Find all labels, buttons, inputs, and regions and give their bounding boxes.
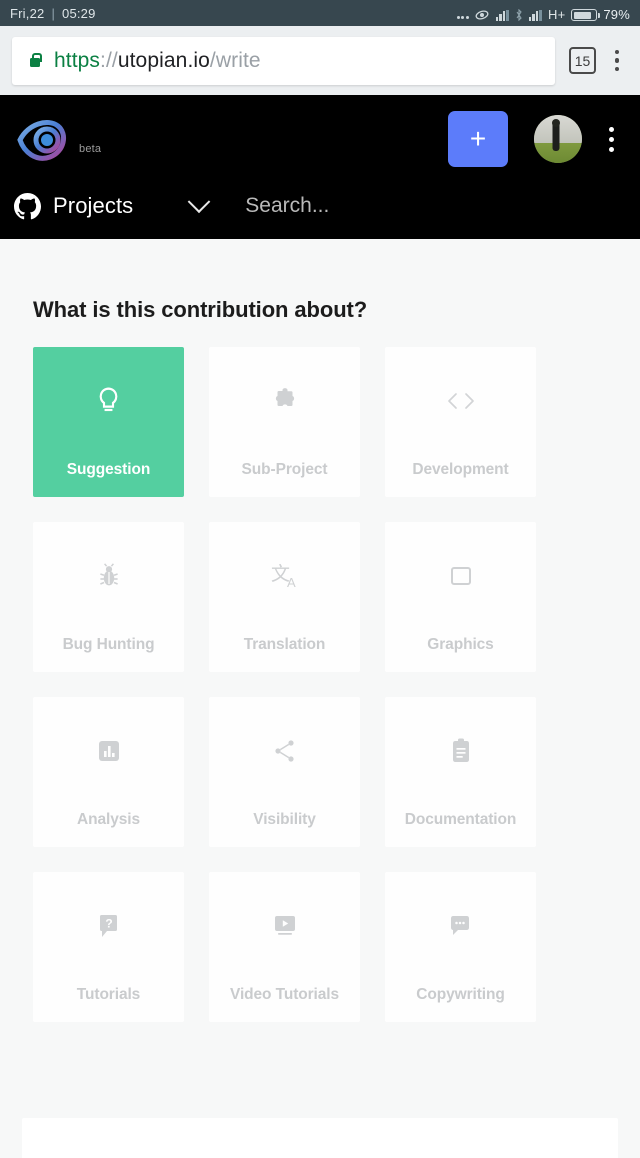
url-text: https://utopian.io/write <box>54 49 261 73</box>
lightbulb-icon <box>33 347 184 455</box>
image-frame-icon <box>385 522 536 630</box>
app-header-bottom-row: Projects Search... <box>0 173 640 239</box>
status-bar-left: Fri,22 | 05:29 <box>10 6 96 21</box>
network-type-label: H+ <box>547 7 566 22</box>
app-header: beta + Projects Search... <box>0 95 640 239</box>
category-label: Translation <box>243 636 326 653</box>
url-bar[interactable]: https://utopian.io/write <box>12 36 555 85</box>
category-card-sub-project[interactable]: Sub-Project <box>209 347 360 497</box>
category-card-copywriting[interactable]: Copywriting <box>385 872 536 1022</box>
status-bar: Fri,22 | 05:29 H+ 79% <box>0 0 640 26</box>
beta-label: beta <box>79 143 102 155</box>
svg-text:A: A <box>287 575 296 590</box>
category-card-graphics[interactable]: Graphics <box>385 522 536 672</box>
chevron-down-icon[interactable] <box>187 190 211 214</box>
question-bubble-icon: ? <box>33 872 184 980</box>
category-card-development[interactable]: Development <box>385 347 536 497</box>
battery-percent-label: 79% <box>603 7 630 22</box>
avatar-person-head <box>552 118 561 127</box>
category-card-bug-hunting[interactable]: Bug Hunting <box>33 522 184 672</box>
signal-bars-icon-2 <box>528 10 542 21</box>
url-host: utopian.io <box>117 48 210 72</box>
next-section-panel <box>22 1118 618 1158</box>
bluetooth-icon <box>516 9 522 21</box>
utopian-logo <box>17 120 67 161</box>
data-saver-icon <box>475 10 489 20</box>
url-separator: :// <box>100 48 118 72</box>
clipboard-icon <box>385 697 536 805</box>
page-title: What is this contribution about? <box>33 297 368 322</box>
video-play-icon <box>209 872 360 980</box>
category-card-visibility[interactable]: Visibility <box>209 697 360 847</box>
search-input[interactable]: Search... <box>245 194 329 218</box>
category-label: Documentation <box>404 811 517 828</box>
url-scheme: https <box>54 48 101 72</box>
category-card-translation[interactable]: 文 A Translation <box>209 522 360 672</box>
category-card-analysis[interactable]: Analysis <box>33 697 184 847</box>
tab-counter-button[interactable]: 15 <box>569 47 596 74</box>
main-content: What is this contribution about? Suggest… <box>0 239 640 1022</box>
category-label: Copywriting <box>416 986 505 1003</box>
user-avatar[interactable] <box>534 115 582 163</box>
category-card-video-tutorials[interactable]: Video Tutorials <box>209 872 360 1022</box>
new-contribution-button[interactable]: + <box>448 111 508 167</box>
translate-icon: 文 A <box>209 522 360 630</box>
source-label[interactable]: Projects <box>53 193 133 219</box>
category-label: Graphics <box>427 636 494 653</box>
category-card-suggestion[interactable]: Suggestion <box>33 347 184 497</box>
bug-icon <box>33 522 184 630</box>
category-card-tutorials[interactable]: ? Tutorials <box>33 872 184 1022</box>
url-path: /write <box>209 48 261 72</box>
code-brackets-icon <box>385 347 536 455</box>
share-icon <box>209 697 360 805</box>
plus-icon: + <box>469 123 487 154</box>
category-label: Sub-Project <box>241 461 328 478</box>
category-label: Video Tutorials <box>229 986 340 1003</box>
battery-icon <box>571 9 601 21</box>
browser-menu-button[interactable] <box>606 49 628 72</box>
puzzle-piece-icon <box>209 347 360 455</box>
category-label: Suggestion <box>66 461 151 478</box>
logo-area[interactable]: beta <box>14 114 101 164</box>
category-label: Analysis <box>77 811 140 828</box>
category-grid: Suggestion Sub-Project Development Bug H… <box>33 347 607 1022</box>
app-header-top-row: beta + <box>0 105 640 173</box>
app-menu-button[interactable] <box>596 126 626 152</box>
svg-text:?: ? <box>105 917 112 931</box>
category-card-documentation[interactable]: Documentation <box>385 697 536 847</box>
category-label: Bug Hunting <box>62 636 155 653</box>
browser-toolbar: https://utopian.io/write 15 <box>0 26 640 95</box>
status-date: Fri,22 <box>10 5 45 21</box>
bar-chart-icon <box>33 697 184 805</box>
category-label: Visibility <box>253 811 316 828</box>
github-icon <box>14 192 41 219</box>
padlock-icon <box>28 53 42 69</box>
category-label: Tutorials <box>76 986 141 1003</box>
status-bar-right: H+ 79% <box>456 0 630 26</box>
status-separator: | <box>51 5 56 21</box>
category-label: Development <box>412 461 509 478</box>
status-time: 05:29 <box>62 5 96 21</box>
chat-bubble-icon <box>385 872 536 980</box>
signal-bars-icon <box>495 10 509 21</box>
more-dots-icon <box>456 16 469 21</box>
